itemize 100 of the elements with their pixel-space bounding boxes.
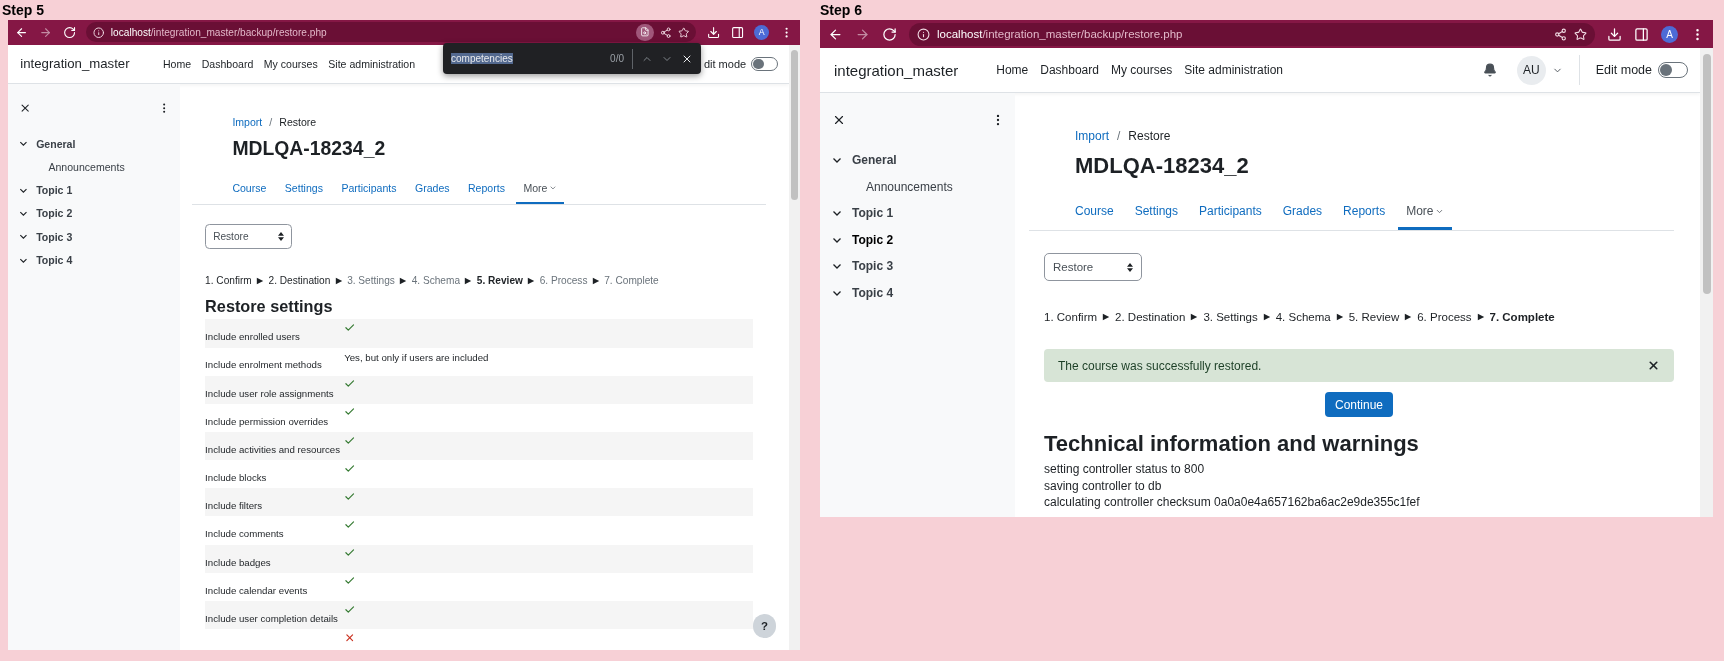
step-arrow-icon (256, 276, 265, 285)
progress-step: 4. Schema (411, 275, 460, 287)
site-brand[interactable]: integration_master (20, 56, 130, 72)
progress-step: 5. Review (476, 275, 523, 287)
reload-icon[interactable] (62, 25, 76, 39)
address-bar[interactable]: localhost/integration_master/backup/restore.php (909, 22, 1595, 46)
chevron-icon[interactable] (18, 209, 28, 218)
tab[interactable]: Grades (407, 172, 457, 204)
step-caption: Step 5 (2, 1, 45, 20)
section-link[interactable]: General (852, 153, 897, 168)
address-bar[interactable]: localhost/integration_master/backup/restore.php (86, 22, 697, 43)
breadcrumb-separator: / (1117, 129, 1121, 143)
side-panel-icon[interactable] (1634, 26, 1649, 42)
nav-link[interactable]: Dashboard (201, 58, 254, 70)
section-link[interactable]: Topic 2 (852, 232, 894, 247)
action-select[interactable]: Restore (1044, 253, 1142, 281)
bell-icon[interactable] (1482, 63, 1497, 77)
section-link[interactable]: Topic 3 (852, 259, 894, 274)
step-arrow-icon (1335, 313, 1344, 321)
tab[interactable]: Course (225, 172, 274, 204)
download-icon[interactable] (1607, 26, 1622, 42)
forward-icon[interactable] (38, 25, 52, 39)
chevron-icon[interactable] (18, 139, 28, 148)
nav-link[interactable]: Dashboard (1040, 63, 1099, 77)
chevron-icon[interactable] (18, 232, 28, 242)
log-line: saving controller to db (1044, 477, 1163, 494)
user-avatar[interactable]: AU (1516, 55, 1546, 85)
edit-mode-toggle[interactable] (1658, 62, 1688, 78)
bookmark-star-icon[interactable] (677, 26, 690, 38)
download-icon[interactable] (706, 25, 720, 39)
reload-icon[interactable] (882, 26, 897, 42)
setting-label: Include activities and resources (205, 443, 342, 457)
section-link[interactable]: Topic 2 (36, 207, 73, 220)
share-icon[interactable] (660, 26, 672, 38)
step-caption: Step 6 (820, 1, 863, 20)
nav-link[interactable]: Site administration (328, 58, 416, 70)
info-icon[interactable] (93, 26, 105, 38)
tab[interactable]: More (1398, 193, 1453, 230)
tab[interactable]: Settings (1126, 193, 1187, 230)
breadcrumb-link[interactable]: Import (232, 116, 263, 128)
tab[interactable]: Grades (1274, 193, 1331, 230)
profile-avatar[interactable]: A (754, 24, 770, 40)
find-in-page-icon[interactable] (636, 23, 655, 42)
activity-link[interactable]: Announcements (866, 179, 953, 194)
action-select[interactable]: Restore (205, 224, 292, 249)
share-icon[interactable] (1554, 27, 1567, 41)
nav-link[interactable]: Home (163, 58, 192, 70)
course-title: MDLQA-18234_2 (1075, 153, 1250, 179)
step-arrow-icon (1102, 313, 1111, 321)
tab[interactable]: More (516, 172, 565, 204)
setting-label: Include calendar events (205, 584, 309, 598)
step-arrow-icon (464, 276, 473, 285)
tab[interactable]: Reports (460, 172, 512, 204)
tab[interactable]: Reports (1335, 193, 1394, 230)
activity-link[interactable]: Announcements (48, 160, 125, 173)
side-panel-icon[interactable] (730, 25, 744, 39)
find-field[interactable]: competencies (451, 53, 603, 64)
continue-button[interactable]: Continue (1324, 392, 1393, 417)
section-link[interactable]: Topic 4 (36, 254, 73, 267)
setting-label: Include blocks (205, 472, 268, 486)
section-link[interactable]: Topic 4 (852, 285, 894, 300)
step-arrow-icon (1190, 313, 1199, 321)
caret-icon (549, 183, 558, 192)
breadcrumb-link[interactable]: Import (1075, 129, 1109, 143)
site-brand[interactable]: integration_master (834, 61, 959, 79)
back-icon[interactable] (15, 25, 29, 39)
progress-step: 4. Schema (1275, 311, 1331, 323)
progress-step: 1. Confirm (205, 275, 252, 287)
nav-link[interactable]: Home (996, 63, 1029, 77)
close-icon[interactable] (1647, 359, 1660, 372)
nav-link[interactable]: My courses (263, 58, 318, 70)
scrollbar[interactable] (788, 44, 800, 650)
bookmark-star-icon[interactable] (1574, 27, 1587, 41)
scrollbar[interactable] (1700, 48, 1713, 517)
close-icon[interactable] (832, 113, 846, 127)
profile-avatar[interactable]: A (1661, 25, 1678, 43)
info-icon[interactable] (917, 27, 930, 41)
nav-link[interactable]: Site administration (1184, 63, 1284, 77)
section-link[interactable]: General (36, 137, 76, 150)
tab[interactable]: Course (1067, 193, 1122, 230)
progress-step: 2. Destination (1115, 311, 1186, 323)
match-count: 0/0 (610, 48, 633, 69)
section-link[interactable]: Topic 1 (36, 184, 73, 197)
step-arrow-icon (334, 276, 343, 285)
progress-step: 6. Process (1417, 311, 1472, 323)
progress-step: 3. Settings (347, 275, 395, 287)
tab[interactable]: Participants (1191, 193, 1270, 230)
forward-icon[interactable] (855, 26, 870, 42)
setting-label: Include user role assignments (205, 387, 335, 401)
breadcrumb-text: Restore (279, 116, 317, 128)
section-link[interactable]: Topic 3 (36, 230, 73, 243)
nav-link[interactable]: My courses (1110, 63, 1173, 77)
help-button[interactable]: ? (752, 613, 777, 638)
breadcrumb-text: Restore (1128, 129, 1171, 143)
tab[interactable]: Settings (277, 172, 330, 204)
tab[interactable]: Participants (334, 172, 404, 204)
edit-mode-toggle[interactable] (751, 56, 778, 72)
section-link[interactable]: Topic 1 (852, 206, 894, 221)
back-icon[interactable] (828, 26, 843, 42)
setting-label: Include enrolled users (205, 331, 301, 345)
